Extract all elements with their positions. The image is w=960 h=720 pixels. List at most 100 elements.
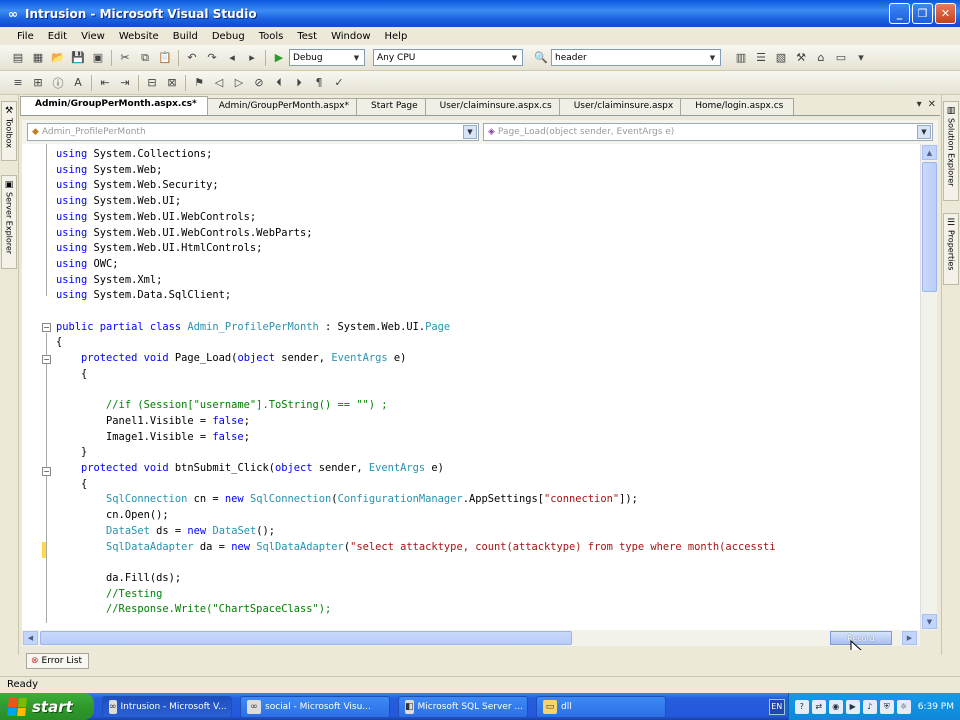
redo-icon[interactable]: ↷ bbox=[203, 49, 221, 67]
toolbar-options-icon[interactable]: ▾ bbox=[852, 49, 870, 67]
tab-start-page[interactable]: Start Page bbox=[356, 98, 429, 115]
menu-website[interactable]: Website bbox=[112, 31, 166, 42]
increase-indent-icon[interactable]: ⇥ bbox=[116, 74, 134, 92]
code-line: SqlConnection cn = new SqlConnection(Con… bbox=[56, 491, 638, 507]
tab-groupermonth-aspx[interactable]: Admin/GroupPerMonth.aspx* bbox=[203, 98, 361, 115]
start-page-icon[interactable]: ⌂ bbox=[812, 49, 830, 67]
platform-combo[interactable]: Any CPU ▼ bbox=[373, 49, 523, 66]
tab-groupermonth-aspx-cs[interactable]: Admin/GroupPerMonth.aspx.cs* bbox=[20, 96, 208, 115]
taskbar-item-dll-folder[interactable]: ▭ dll bbox=[536, 695, 666, 718]
menu-view[interactable]: View bbox=[74, 31, 112, 42]
complete-word-icon[interactable]: A bbox=[69, 74, 87, 92]
volume-icon[interactable]: ♪ bbox=[862, 699, 877, 714]
navigate-back-icon[interactable]: ◂ bbox=[223, 49, 241, 67]
antivirus-icon[interactable]: ◉ bbox=[828, 699, 843, 714]
start-debug-icon[interactable]: ▶ bbox=[270, 49, 288, 67]
add-item-icon[interactable]: ▦ bbox=[29, 49, 47, 67]
server-explorer-side-tab[interactable]: ▣ Server Explorer bbox=[1, 175, 17, 269]
toolbox-side-tab[interactable]: ⚒ Toolbox bbox=[1, 101, 17, 161]
command-window-icon[interactable]: ▭ bbox=[832, 49, 850, 67]
toggle-bookmark-icon[interactable]: ⚑ bbox=[190, 74, 208, 92]
network-icon[interactable]: ⇄ bbox=[811, 699, 826, 714]
save-all-icon[interactable]: ▣ bbox=[89, 49, 107, 67]
taskbar-item-social[interactable]: ∞ social - Microsoft Visu... bbox=[240, 695, 390, 718]
horizontal-scroll-thumb[interactable] bbox=[40, 631, 572, 645]
format-icon[interactable]: ¶ bbox=[310, 74, 328, 92]
decrease-indent-icon[interactable]: ⇤ bbox=[96, 74, 114, 92]
class-dropdown[interactable]: ◆ Admin_ProfilePerMonth ▼ bbox=[27, 123, 479, 141]
solution-config-combo[interactable]: Debug ▼ bbox=[289, 49, 365, 66]
spell-icon[interactable]: ✓ bbox=[330, 74, 348, 92]
quick-info-icon[interactable]: ⓘ bbox=[49, 74, 67, 92]
menu-test[interactable]: Test bbox=[290, 31, 324, 42]
menu-build[interactable]: Build bbox=[166, 31, 205, 42]
vertical-scroll-thumb[interactable] bbox=[922, 162, 937, 292]
menu-help[interactable]: Help bbox=[378, 31, 415, 42]
security-icon[interactable]: ⛨ bbox=[879, 699, 894, 714]
scroll-right-icon[interactable]: ▶ bbox=[902, 631, 917, 645]
undo-icon[interactable]: ↶ bbox=[183, 49, 201, 67]
previous-bookmark-folder-icon[interactable]: ⏴ bbox=[270, 74, 288, 92]
next-bookmark-folder-icon[interactable]: ⏵ bbox=[290, 74, 308, 92]
help-icon[interactable]: ? bbox=[794, 699, 809, 714]
paste-icon[interactable]: 📋 bbox=[156, 49, 174, 67]
tab-claiminsure-aspx[interactable]: User/claiminsure.aspx bbox=[558, 98, 685, 115]
solution-explorer-side-tab[interactable]: ▥ Solution Explorer bbox=[943, 101, 959, 201]
update-icon[interactable]: ☼ bbox=[896, 699, 911, 714]
properties-side-tab[interactable]: ☰ Properties bbox=[943, 213, 959, 285]
solution-explorer-icon[interactable]: ▥ bbox=[732, 49, 750, 67]
error-list-tab[interactable]: ⊗ Error List bbox=[26, 653, 90, 669]
horizontal-scrollbar[interactable]: ◀ Record ▶ bbox=[22, 630, 920, 646]
language-indicator[interactable]: EN bbox=[768, 698, 785, 715]
collapse-method-icon[interactable]: − bbox=[42, 467, 51, 476]
visual-studio-icon: ∞ bbox=[109, 699, 117, 714]
taskbar-item-intrusion[interactable]: ∞ Intrusion - Microsoft V... bbox=[102, 695, 232, 718]
find-in-files-icon[interactable]: 🔍 bbox=[532, 49, 550, 67]
properties-icon[interactable]: ☰ bbox=[752, 49, 770, 67]
display-member-list-icon[interactable]: ≡ bbox=[9, 74, 27, 92]
start-button[interactable]: start bbox=[0, 693, 94, 720]
member-dropdown[interactable]: ◈ Page_Load(object sender, EventArgs e) … bbox=[483, 123, 933, 141]
code-token: e) bbox=[387, 352, 407, 365]
menu-file[interactable]: File bbox=[10, 31, 41, 42]
tab-claiminsure-aspx-cs[interactable]: User/claiminsure.aspx.cs bbox=[424, 98, 563, 115]
code-token: DataSet bbox=[212, 524, 257, 537]
close-button[interactable]: ✕ bbox=[935, 3, 956, 24]
comment-out-icon[interactable]: ⊟ bbox=[143, 74, 161, 92]
scroll-down-icon[interactable]: ▼ bbox=[922, 614, 937, 629]
sql-service-icon[interactable]: ▶ bbox=[845, 699, 860, 714]
cut-icon[interactable]: ✂ bbox=[116, 49, 134, 67]
find-combo[interactable]: header ▼ bbox=[551, 49, 721, 66]
vertical-scrollbar[interactable]: ▲ ▼ bbox=[920, 144, 937, 630]
clear-bookmarks-icon[interactable]: ⊘ bbox=[250, 74, 268, 92]
scroll-up-icon[interactable]: ▲ bbox=[922, 145, 937, 160]
taskbar-item-sql-server[interactable]: ◧ Microsoft SQL Server ... bbox=[398, 695, 528, 718]
object-browser-icon[interactable]: ▧ bbox=[772, 49, 790, 67]
minimize-button[interactable]: _ bbox=[889, 3, 910, 24]
collapse-method-icon[interactable]: − bbox=[42, 355, 51, 364]
close-document-icon[interactable]: ✕ bbox=[928, 99, 936, 110]
menu-tools[interactable]: Tools bbox=[252, 31, 291, 42]
copy-icon[interactable]: ⧉ bbox=[136, 49, 154, 67]
next-bookmark-icon[interactable]: ▷ bbox=[230, 74, 248, 92]
title-bar[interactable]: ∞ Intrusion - Microsoft Visual Studio _ … bbox=[0, 0, 960, 27]
menu-debug[interactable]: Debug bbox=[205, 31, 252, 42]
tab-list-icon[interactable]: ▾ bbox=[917, 99, 922, 110]
restore-button[interactable]: ❐ bbox=[912, 3, 933, 24]
open-folder-icon[interactable]: 📂 bbox=[49, 49, 67, 67]
uncomment-icon[interactable]: ⊠ bbox=[163, 74, 181, 92]
code-token: btnSubmit_Click( bbox=[168, 462, 275, 474]
tab-login-aspx-cs[interactable]: Home/login.aspx.cs bbox=[680, 98, 795, 115]
toolbox-icon[interactable]: ⚒ bbox=[792, 49, 810, 67]
parameter-info-icon[interactable]: ⊞ bbox=[29, 74, 47, 92]
new-project-icon[interactable]: ▤ bbox=[9, 49, 27, 67]
previous-bookmark-icon[interactable]: ◁ bbox=[210, 74, 228, 92]
code-editor[interactable]: − − − using System.Collections; using Sys… bbox=[22, 144, 920, 630]
taskbar-item-label: Intrusion - Microsoft V... bbox=[120, 701, 227, 712]
navigate-forward-icon[interactable]: ▸ bbox=[243, 49, 261, 67]
collapse-class-icon[interactable]: − bbox=[42, 323, 51, 332]
menu-edit[interactable]: Edit bbox=[41, 31, 74, 42]
menu-window[interactable]: Window bbox=[324, 31, 377, 42]
scroll-left-icon[interactable]: ◀ bbox=[23, 631, 38, 645]
save-icon[interactable]: 💾 bbox=[69, 49, 87, 67]
